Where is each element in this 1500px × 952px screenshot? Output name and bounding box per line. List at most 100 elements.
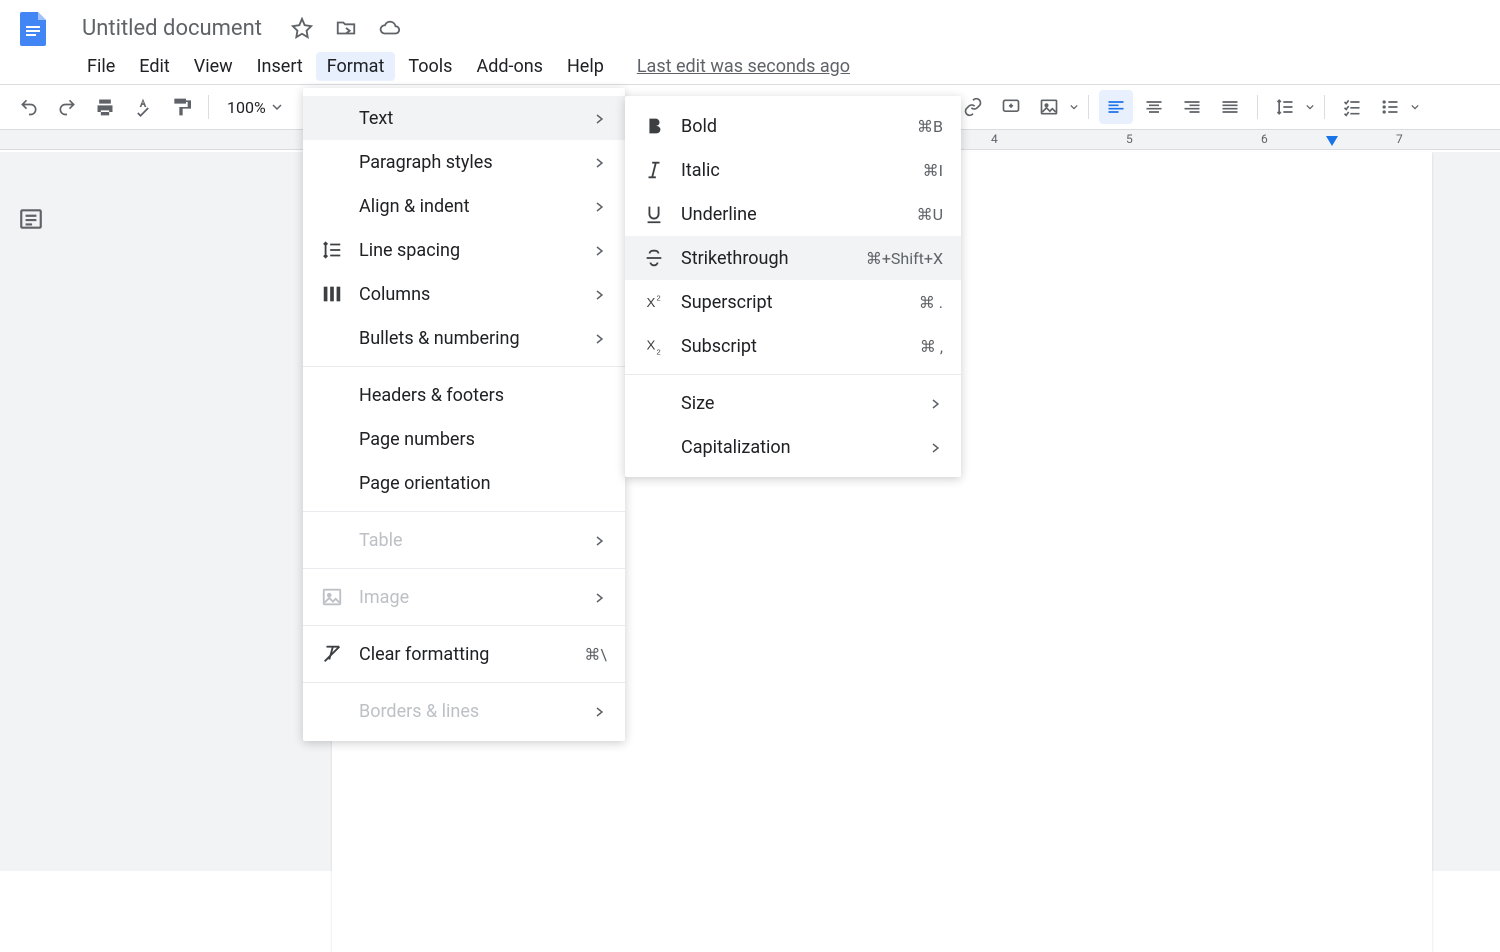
menu-help[interactable]: Help <box>556 52 615 81</box>
docs-logo-icon[interactable] <box>16 10 52 46</box>
menu-separator <box>303 366 625 367</box>
insert-comment-button[interactable] <box>994 90 1028 124</box>
blank-icon <box>319 527 345 553</box>
menu-item-label: Page numbers <box>359 429 607 450</box>
format-menu-item-borders-lines: Borders & lines <box>303 689 625 733</box>
menu-view[interactable]: View <box>183 52 244 81</box>
print-button[interactable] <box>88 90 122 124</box>
spellcheck-button[interactable] <box>126 90 160 124</box>
format-menu-item-page-orientation[interactable]: Page orientation <box>303 461 625 505</box>
format-menu-item-paragraph-styles[interactable]: Paragraph styles <box>303 140 625 184</box>
format-menu-item-headers-footers[interactable]: Headers & footers <box>303 373 625 417</box>
menu-item-label: Underline <box>681 204 903 225</box>
format-menu-item-page-numbers[interactable]: Page numbers <box>303 417 625 461</box>
menu-format[interactable]: Format <box>316 52 396 81</box>
line-spacing-button[interactable] <box>1268 90 1302 124</box>
left-sidebar <box>0 152 64 234</box>
undo-button[interactable] <box>12 90 46 124</box>
menu-item-shortcut: ⌘ , <box>920 337 943 356</box>
svg-text:2: 2 <box>657 347 661 356</box>
sup-icon: X2 <box>641 289 667 315</box>
menu-item-label: Capitalization <box>681 437 917 458</box>
menu-item-label: Image <box>359 587 581 608</box>
chevron-down-icon[interactable] <box>1411 103 1419 111</box>
submenu-arrow-icon <box>931 437 943 458</box>
last-edit-info[interactable]: Last edit was seconds ago <box>637 56 850 77</box>
menu-item-shortcut: ⌘\ <box>584 645 607 664</box>
align-center-button[interactable] <box>1137 90 1171 124</box>
star-icon[interactable] <box>290 16 314 40</box>
blank-icon <box>319 325 345 351</box>
menu-edit[interactable]: Edit <box>128 52 180 81</box>
menu-insert[interactable]: Insert <box>246 52 314 81</box>
ruler-indent-marker[interactable] <box>1326 136 1338 146</box>
line-spacing-icon <box>319 237 345 263</box>
toolbar-separator <box>208 95 209 119</box>
paint-format-button[interactable] <box>164 90 198 124</box>
format-menu-item-bullets-numbering[interactable]: Bullets & numbering <box>303 316 625 360</box>
submenu-arrow-icon <box>595 196 607 217</box>
text-submenu-item-bold[interactable]: Bold⌘B <box>625 104 961 148</box>
menu-item-shortcut: ⌘I <box>923 161 943 180</box>
move-icon[interactable] <box>334 16 358 40</box>
menu-file[interactable]: File <box>76 52 126 81</box>
text-submenu-item-strikethrough[interactable]: Strikethrough⌘+Shift+X <box>625 236 961 280</box>
submenu-arrow-icon <box>595 530 607 551</box>
menu-item-label: Align & indent <box>359 196 581 217</box>
menu-item-label: Borders & lines <box>359 701 581 722</box>
text-submenu-item-size[interactable]: Size <box>625 381 961 425</box>
ruler-number: 5 <box>1126 132 1133 146</box>
checklist-button[interactable] <box>1335 90 1369 124</box>
menu-bar: File Edit View Insert Format Tools Add-o… <box>0 48 1500 84</box>
ruler-number: 7 <box>1396 132 1403 146</box>
menu-tools[interactable]: Tools <box>397 52 463 81</box>
chevron-down-icon[interactable] <box>1070 103 1078 111</box>
menu-separator <box>303 511 625 512</box>
blank-icon <box>319 105 345 131</box>
italic-icon <box>641 157 667 183</box>
menu-item-shortcut: ⌘ . <box>919 293 943 312</box>
menu-item-label: Line spacing <box>359 240 581 261</box>
align-justify-button[interactable] <box>1213 90 1247 124</box>
blank-icon <box>641 434 667 460</box>
sub-icon: X2 <box>641 333 667 359</box>
format-menu-item-clear-formatting[interactable]: Clear formatting⌘\ <box>303 632 625 676</box>
text-submenu-item-italic[interactable]: Italic⌘I <box>625 148 961 192</box>
zoom-dropdown[interactable]: 100% <box>219 94 290 121</box>
menu-addons[interactable]: Add-ons <box>465 52 554 81</box>
clear-format-icon <box>319 641 345 667</box>
align-left-button[interactable] <box>1099 90 1133 124</box>
format-menu-item-line-spacing[interactable]: Line spacing <box>303 228 625 272</box>
menu-separator <box>303 568 625 569</box>
document-title[interactable]: Untitled document <box>82 16 262 41</box>
blank-icon <box>319 698 345 724</box>
blank-icon <box>319 426 345 452</box>
text-submenu-item-underline[interactable]: Underline⌘U <box>625 192 961 236</box>
strike-icon <box>641 245 667 271</box>
toolbar-separator <box>1088 95 1089 119</box>
format-menu-item-text[interactable]: Text <box>303 96 625 140</box>
image-icon <box>319 584 345 610</box>
submenu-arrow-icon <box>595 152 607 173</box>
text-submenu-item-capitalization[interactable]: Capitalization <box>625 425 961 469</box>
text-submenu-item-subscript[interactable]: X2Subscript⌘ , <box>625 324 961 368</box>
bulleted-list-button[interactable] <box>1373 90 1407 124</box>
submenu-arrow-icon <box>595 328 607 349</box>
submenu-arrow-icon <box>595 240 607 261</box>
svg-text:X: X <box>647 295 656 310</box>
menu-separator <box>625 374 961 375</box>
format-menu-item-align-indent[interactable]: Align & indent <box>303 184 625 228</box>
menu-item-label: Columns <box>359 284 581 305</box>
svg-text:2: 2 <box>657 293 661 302</box>
text-submenu-item-superscript[interactable]: X2Superscript⌘ . <box>625 280 961 324</box>
submenu-arrow-icon <box>595 587 607 608</box>
cloud-status-icon[interactable] <box>378 16 402 40</box>
chevron-down-icon[interactable] <box>1306 103 1314 111</box>
align-right-button[interactable] <box>1175 90 1209 124</box>
format-menu-item-columns[interactable]: Columns <box>303 272 625 316</box>
blank-icon <box>319 149 345 175</box>
insert-image-button[interactable] <box>1032 90 1066 124</box>
zoom-value: 100% <box>227 98 266 117</box>
outline-icon[interactable] <box>18 206 46 234</box>
redo-button[interactable] <box>50 90 84 124</box>
